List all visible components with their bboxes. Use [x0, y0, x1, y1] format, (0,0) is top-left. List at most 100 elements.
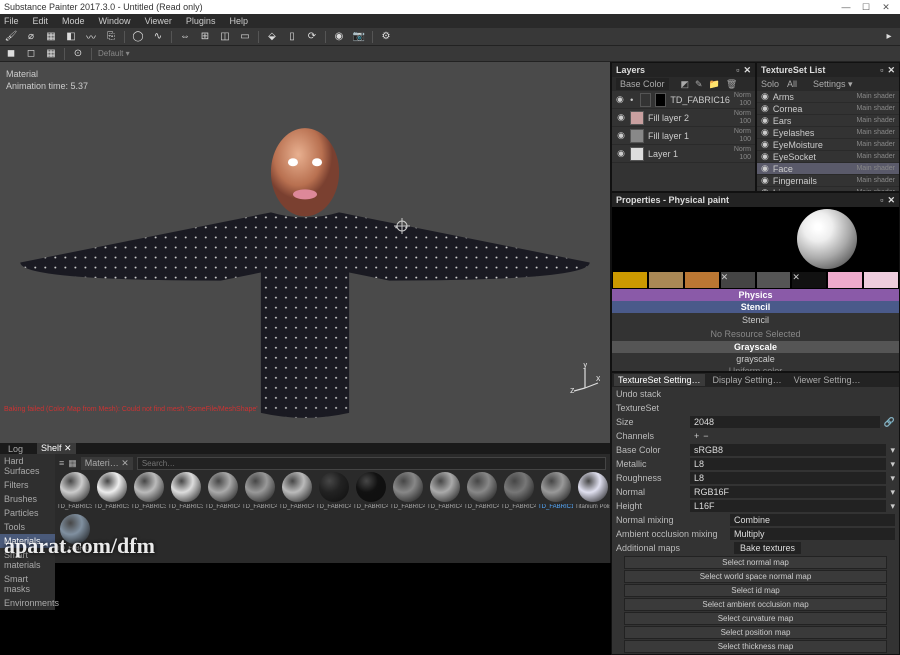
- channel-menu-icon[interactable]: ▾: [890, 487, 895, 498]
- tool-polyfill-icon[interactable]: ◧: [64, 30, 78, 44]
- symmetry-icon[interactable]: ⇔: [178, 30, 192, 44]
- normalmix-value[interactable]: Combine: [730, 514, 895, 526]
- cat-smartmasks[interactable]: Smart masks: [0, 572, 55, 596]
- tool-projection-icon[interactable]: ▦: [44, 30, 58, 44]
- layer-name[interactable]: Layer 1: [648, 149, 678, 159]
- map-select-button[interactable]: Select id map: [624, 584, 887, 597]
- bake-button[interactable]: Bake textures: [734, 542, 801, 554]
- swatch-basal[interactable]: [756, 271, 792, 289]
- map-select-button[interactable]: Select world space normal map: [624, 570, 887, 583]
- viewport-3d[interactable]: Material Animation time: 5.37 yxz: [0, 62, 610, 443]
- layer-visibility-icon[interactable]: ◉: [616, 94, 624, 105]
- channel-format[interactable]: RGB16F: [690, 486, 886, 498]
- channel-add-icon[interactable]: +: [694, 431, 699, 441]
- menu-mode[interactable]: Mode: [62, 16, 85, 26]
- ts-visibility-icon[interactable]: ◉: [761, 175, 769, 186]
- layer-thumb[interactable]: [630, 129, 644, 143]
- swatch-alpha[interactable]: [648, 271, 684, 289]
- ts-settings[interactable]: Settings ▾: [813, 79, 853, 90]
- layers-close-icon[interactable]: ✕: [743, 65, 751, 76]
- textureset-row[interactable]: ◉CorneaMain shader: [757, 103, 899, 115]
- layer-name[interactable]: Fill layer 1: [648, 131, 689, 141]
- lazy-mouse-icon[interactable]: ∿: [151, 30, 165, 44]
- camera-icon[interactable]: 📷: [352, 30, 366, 44]
- ts-visibility-icon[interactable]: ◉: [761, 103, 769, 114]
- maximize-button[interactable]: ☐: [856, 2, 876, 13]
- mode-mesh-icon[interactable]: ▦: [44, 47, 58, 61]
- map-select-button[interactable]: Select position map: [624, 626, 887, 639]
- ts-shader[interactable]: Main shader: [856, 129, 895, 136]
- hide-ui-icon[interactable]: ▸: [882, 30, 896, 44]
- channel-format[interactable]: sRGB8: [690, 444, 886, 456]
- menu-viewer[interactable]: Viewer: [145, 16, 172, 26]
- channel-format[interactable]: L8: [690, 472, 886, 484]
- layer-channel-dropdown[interactable]: Base Color: [616, 78, 669, 90]
- material-item[interactable]: TD_FABRIC40: [205, 470, 240, 510]
- textureset-row[interactable]: ◉EarsMain shader: [757, 115, 899, 127]
- layer-mask-thumb[interactable]: [655, 93, 666, 107]
- channel-menu-icon[interactable]: ▾: [890, 445, 895, 456]
- ts-all[interactable]: All: [787, 79, 797, 89]
- layer-add-paint-icon[interactable]: ✎: [695, 79, 703, 90]
- ts-shader[interactable]: Main shader: [856, 141, 895, 148]
- layer-thumb[interactable]: [640, 93, 651, 107]
- textureset-row[interactable]: ◉FaceMain shader: [757, 163, 899, 175]
- layer-row[interactable]: ◉Layer 1Norm100: [612, 145, 755, 163]
- mode-material-icon[interactable]: ◼: [4, 47, 18, 61]
- cat-particles[interactable]: Particles: [0, 506, 55, 520]
- ts-visibility-icon[interactable]: ◉: [761, 91, 769, 102]
- layers-undock-icon[interactable]: ▫: [736, 65, 739, 75]
- material-item[interactable]: TD_FABRIC46: [427, 470, 462, 510]
- ts-visibility-icon[interactable]: ◉: [761, 163, 769, 174]
- textureset-row[interactable]: ◉ArmsMain shader: [757, 91, 899, 103]
- ts-solo[interactable]: Solo: [761, 79, 779, 89]
- tool-paint-icon[interactable]: 🖌: [4, 30, 18, 44]
- prop-undock-icon[interactable]: ▫: [880, 195, 883, 205]
- baking-icon[interactable]: ⚙: [379, 30, 393, 44]
- tab-textureset-settings[interactable]: TextureSet Setting…: [614, 374, 705, 386]
- menu-edit[interactable]: Edit: [33, 16, 49, 26]
- ts-shader[interactable]: Main shader: [856, 177, 895, 184]
- shelf-subtab[interactable]: Materi… ✕: [81, 457, 133, 470]
- channel-menu-icon[interactable]: ▾: [890, 501, 895, 512]
- tab-log[interactable]: Log: [4, 444, 27, 454]
- tab-viewer-settings[interactable]: Viewer Setting…: [790, 374, 865, 386]
- layer-add-fill-icon[interactable]: ◩: [681, 79, 690, 90]
- layer-visibility-icon[interactable]: ◉: [616, 130, 626, 141]
- section-physics[interactable]: Physics: [612, 289, 899, 301]
- layer-delete-icon[interactable]: 🗑: [726, 79, 737, 90]
- material-item[interactable]: TD_FABRIC38: [131, 470, 166, 510]
- shelf-view-grid-icon[interactable]: ▦: [68, 458, 77, 469]
- ts-shader[interactable]: Main shader: [856, 117, 895, 124]
- grayscale-mode[interactable]: Uniform color: [612, 365, 899, 371]
- map-select-button[interactable]: Select thickness map: [624, 640, 887, 653]
- render-iray-icon[interactable]: ◉: [332, 30, 346, 44]
- material-item[interactable]: TD_FABRIC45: [390, 470, 425, 510]
- menu-window[interactable]: Window: [99, 16, 131, 26]
- textureset-row[interactable]: ◉EyeSocketMain shader: [757, 151, 899, 163]
- textureset-row[interactable]: ◉EyelashesMain shader: [757, 127, 899, 139]
- swatch-x1[interactable]: ✕: [720, 271, 756, 289]
- layer-name[interactable]: Fill layer 2: [648, 113, 689, 123]
- swatch-stencil[interactable]: [684, 271, 720, 289]
- brush-icon[interactable]: ◯: [131, 30, 145, 44]
- size-link-icon[interactable]: 🔗: [884, 417, 895, 428]
- toolbar-dropdown[interactable]: Default ▾: [98, 49, 130, 58]
- ortho-icon[interactable]: ▯: [285, 30, 299, 44]
- section-stencil[interactable]: Stencil: [612, 301, 899, 313]
- ts-shader[interactable]: Main shader: [856, 105, 895, 112]
- axis-gizmo[interactable]: yxz: [570, 363, 600, 393]
- tool-smudge-icon[interactable]: 〰: [84, 30, 98, 44]
- layer-name[interactable]: TD_FABRIC16: [670, 95, 730, 105]
- ts-visibility-icon[interactable]: ◉: [761, 127, 769, 138]
- material-item[interactable]: TD_FABRIC37: [94, 470, 129, 510]
- minimize-button[interactable]: —: [836, 2, 856, 12]
- layer-visibility-icon[interactable]: ◉: [616, 112, 626, 123]
- layer-row[interactable]: ◉Fill layer 2Norm100: [612, 109, 755, 127]
- menu-plugins[interactable]: Plugins: [186, 16, 216, 26]
- ts-shader[interactable]: Main shader: [856, 93, 895, 100]
- textureset-row[interactable]: ◉EyeMoistureMain shader: [757, 139, 899, 151]
- tab-display-settings[interactable]: Display Setting…: [709, 374, 786, 386]
- material-preview[interactable]: [756, 207, 900, 271]
- ts-shader[interactable]: Main shader: [856, 153, 895, 160]
